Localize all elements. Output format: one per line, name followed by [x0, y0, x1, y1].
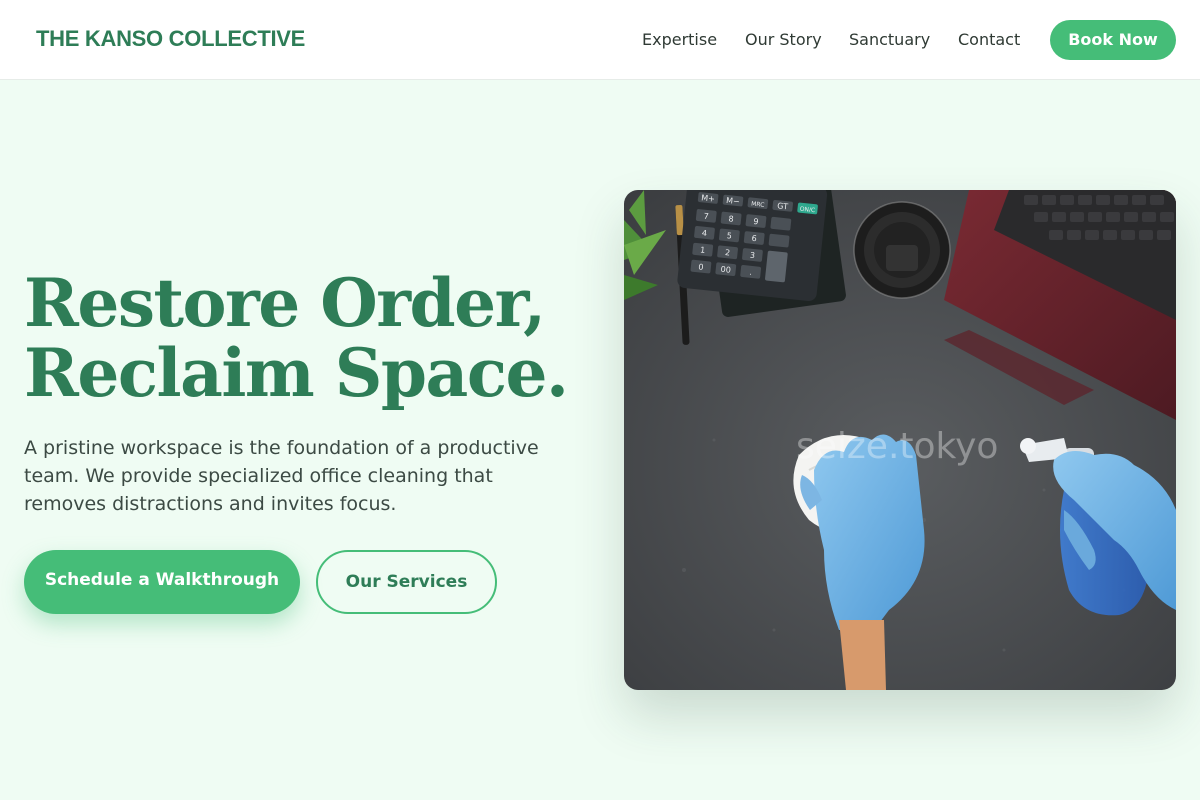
hero-title-line-1: Restore Order, — [24, 264, 546, 342]
calc-key-6: 6 — [751, 234, 757, 243]
hero-title: Restore Order, Reclaim Space. — [24, 268, 604, 408]
our-services-button[interactable]: Our Services — [316, 550, 497, 614]
calc-key-0: 0 — [698, 262, 704, 271]
calc-key-2: 2 — [725, 248, 731, 257]
office-cleaning-photo: M+ M− MRC GT ON/C 7 8 9 4 5 6 1 2 3 0 00 — [624, 190, 1176, 690]
calc-key-gt: GT — [777, 201, 789, 211]
nav-item-our-story[interactable]: Our Story — [745, 30, 822, 49]
nav-item-contact[interactable]: Contact — [958, 30, 1020, 49]
schedule-walkthrough-button[interactable]: Schedule a Walkthrough — [24, 550, 300, 614]
calc-key-4: 4 — [701, 229, 707, 238]
calc-key-5: 5 — [726, 231, 732, 240]
calc-key-mplus: M+ — [701, 193, 715, 203]
hero-image: M+ M− MRC GT ON/C 7 8 9 4 5 6 1 2 3 0 00 — [624, 190, 1176, 690]
nav-item-sanctuary[interactable]: Sanctuary — [849, 30, 930, 49]
calc-key-7: 7 — [703, 212, 709, 221]
calc-key-9: 9 — [753, 217, 759, 226]
calc-key-1: 1 — [700, 245, 706, 254]
hero-title-line-2: Reclaim Space. — [24, 334, 569, 412]
hero-description: A pristine workspace is the foundation o… — [24, 437, 539, 515]
book-now-button[interactable]: Book Now — [1050, 20, 1176, 60]
calculator-icon: M+ M− MRC GT ON/C 7 8 9 4 5 6 1 2 3 0 00 — [677, 190, 828, 302]
image-watermark: seize.tokyo — [796, 426, 998, 467]
brand-logo[interactable]: THE KANSO COLLECTIVE — [36, 26, 305, 52]
calc-key-mrc: MRC — [751, 201, 765, 209]
calc-key-8: 8 — [728, 214, 734, 223]
coffee-cup-icon — [853, 201, 951, 299]
calc-key-3: 3 — [749, 251, 755, 260]
calc-key-00: 00 — [720, 265, 731, 275]
site-header: THE KANSO COLLECTIVE Expertise Our Story… — [0, 0, 1200, 80]
nav-item-expertise[interactable]: Expertise — [642, 30, 717, 49]
calc-key-mminus: M− — [726, 196, 740, 206]
